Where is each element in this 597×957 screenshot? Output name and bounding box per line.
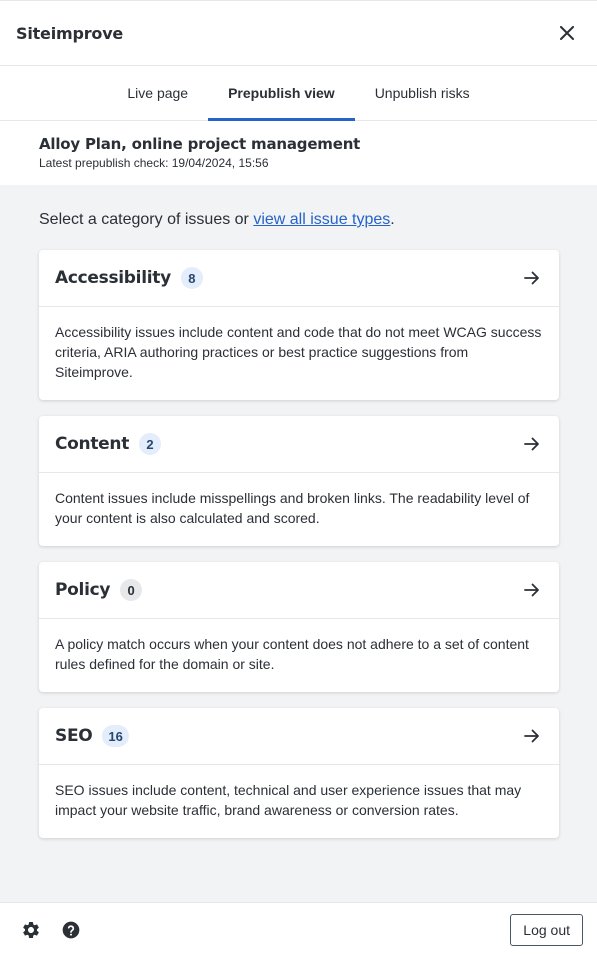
category-title: Content: [55, 434, 130, 454]
panel-header: Siteimprove: [0, 0, 597, 66]
intro-text: Select a category of issues or view all …: [39, 210, 559, 234]
app-title: Siteimprove: [16, 23, 124, 43]
close-icon: [560, 26, 574, 40]
category-header-accessibility[interactable]: Accessibility 8: [39, 250, 559, 307]
settings-button[interactable]: [20, 919, 42, 941]
category-description: SEO issues include content, technical an…: [55, 782, 522, 818]
gear-icon: [23, 922, 39, 938]
arrow-right-icon[interactable]: [521, 579, 543, 601]
arrow-right-icon[interactable]: [521, 725, 543, 747]
intro-label: Select a category of issues or: [39, 211, 254, 228]
category-header-policy[interactable]: Policy 0: [39, 562, 559, 619]
page-info: Alloy Plan, online project management La…: [0, 121, 597, 185]
help-icon: [62, 921, 80, 939]
tab-unpublish-risks[interactable]: Unpublish risks: [355, 66, 490, 120]
prepublish-check-timestamp: Latest prepublish check: 19/04/2024, 15:…: [39, 156, 269, 170]
view-all-issue-types-link[interactable]: view all issue types: [253, 211, 390, 228]
category-description: Accessibility issues include content and…: [55, 324, 542, 380]
category-title: Policy: [55, 580, 111, 600]
category-description: Content issues include misspellings and …: [55, 490, 530, 526]
issue-count-badge: 0: [120, 579, 143, 601]
panel-footer: Log out: [0, 902, 597, 957]
arrow-right-icon[interactable]: [521, 267, 543, 289]
category-card-seo: SEO 16 SEO issues include content, techn…: [39, 708, 559, 838]
intro-suffix: .: [390, 211, 395, 228]
category-description: A policy match occurs when your content …: [55, 636, 529, 672]
tab-prepublish-view[interactable]: Prepublish view: [208, 66, 355, 121]
category-title: SEO: [55, 726, 93, 746]
issue-count-badge: 2: [139, 433, 162, 455]
issue-count-badge: 16: [102, 725, 129, 747]
tab-bar: Live page Prepublish view Unpublish risk…: [0, 66, 597, 121]
help-button[interactable]: [60, 919, 82, 941]
issues-panel: Select a category of issues or view all …: [0, 185, 597, 902]
tab-live-page[interactable]: Live page: [107, 66, 208, 120]
log-out-button[interactable]: Log out: [510, 914, 583, 946]
category-header-seo[interactable]: SEO 16: [39, 708, 559, 765]
category-card-content: Content 2 Content issues include misspel…: [39, 416, 559, 546]
category-title: Accessibility: [55, 268, 171, 288]
arrow-right-icon[interactable]: [521, 433, 543, 455]
category-header-content[interactable]: Content 2: [39, 416, 559, 473]
issue-count-badge: 8: [180, 267, 203, 289]
category-card-accessibility: Accessibility 8 Accessibility issues inc…: [39, 250, 559, 400]
category-card-policy: Policy 0 A policy match occurs when your…: [39, 562, 559, 692]
close-button[interactable]: [553, 19, 581, 47]
page-title: Alloy Plan, online project management: [39, 135, 361, 153]
